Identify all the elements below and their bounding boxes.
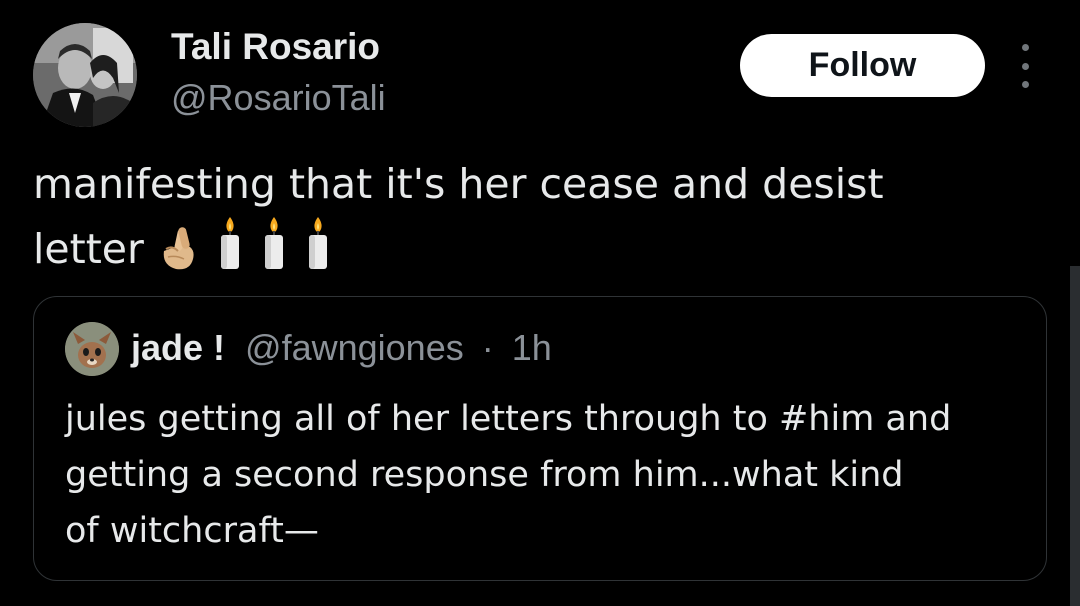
more-dot-icon [1021, 44, 1029, 51]
more-dot-icon [1021, 81, 1029, 88]
follow-button[interactable]: Follow [740, 34, 985, 97]
quoted-author-avatar[interactable] [65, 322, 119, 376]
more-options-icon[interactable] [1010, 44, 1040, 88]
emoji-row [158, 215, 350, 288]
tweet-text-line-2: letter [33, 215, 1023, 288]
quoted-tweet-header: jade ! @fawngiones · 1h [131, 327, 552, 369]
tweet-text-word: letter [33, 225, 144, 273]
tweet: Tali Rosario @RosarioTali Follow manifes… [0, 0, 1080, 606]
more-dot-icon [1021, 62, 1029, 70]
quoted-author-name[interactable]: jade ! [131, 327, 225, 368]
quoted-text-line: of witchcraft— [65, 511, 319, 551]
tweet-text: manifesting that it's her cease and desi… [33, 154, 1023, 288]
quoted-text-line: getting a second response from him...wha… [65, 455, 904, 495]
crossed-fingers-icon [158, 225, 198, 288]
candle-icon [262, 215, 286, 288]
quoted-tweet-time[interactable]: 1h [512, 327, 552, 368]
author-avatar[interactable] [33, 23, 137, 127]
author-handle[interactable]: @RosarioTali [171, 77, 386, 119]
quoted-text-line: jules getting all of her letters through… [65, 399, 952, 439]
separator-dot: · [481, 327, 494, 368]
author-name[interactable]: Tali Rosario [171, 26, 380, 68]
candle-icon [306, 215, 330, 288]
tweet-text-line: manifesting that it's her cease and desi… [33, 160, 884, 208]
quoted-tweet-text: jules getting all of her letters through… [65, 391, 1025, 559]
candle-icon [218, 215, 242, 288]
quoted-tweet[interactable]: jade ! @fawngiones · 1h jules getting al… [33, 296, 1047, 581]
scrollbar[interactable] [1070, 266, 1080, 606]
quoted-author-handle[interactable]: @fawngiones [245, 327, 464, 368]
